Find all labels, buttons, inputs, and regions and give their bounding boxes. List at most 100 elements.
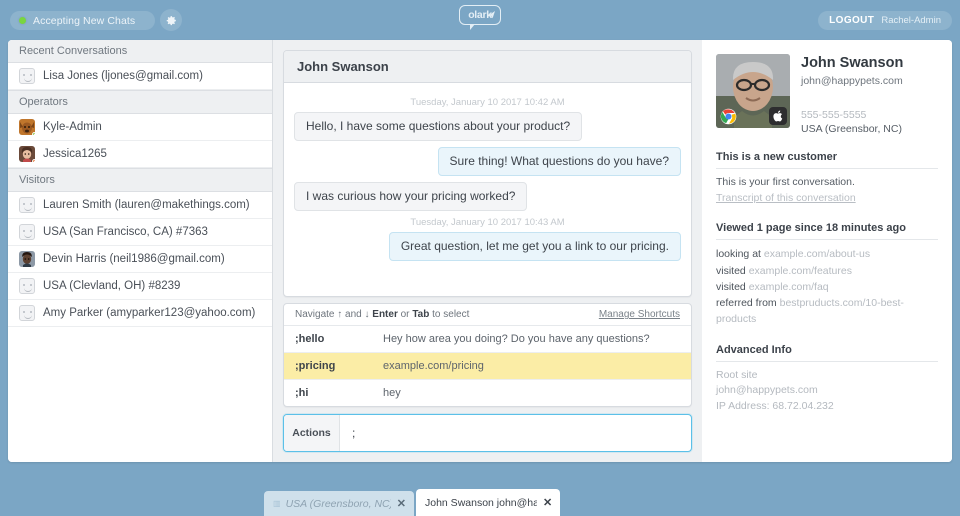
hint-select: to select xyxy=(432,309,469,320)
avatar xyxy=(19,146,35,162)
page-visit-verb: visited xyxy=(716,281,746,293)
sidebar: Recent Conversations Lisa Jones (ljones@g… xyxy=(8,40,273,462)
transcript-link[interactable]: Transcript of this conversation xyxy=(716,191,856,207)
manage-shortcuts-link[interactable]: Manage Shortcuts xyxy=(599,309,680,320)
sidebar-list-item[interactable]: Kyle-Admin xyxy=(8,114,272,141)
sidebar-item-label: USA (San Francisco, CA) #7363 xyxy=(43,226,208,238)
page-visit-verb: visited xyxy=(716,265,746,277)
shortcut-value: example.com/pricing xyxy=(383,360,484,372)
message-row: Sure thing! What questions do you have? xyxy=(294,147,681,176)
sidebar-list-item[interactable]: Jessica1265 xyxy=(8,141,272,168)
advanced-info-title: Advanced Info xyxy=(716,344,938,362)
hint-tab: Tab xyxy=(412,309,429,320)
logo-tail xyxy=(470,24,475,30)
avatar xyxy=(19,119,35,135)
shortcut-key: ;hello xyxy=(295,333,383,345)
page-visit-verb: referred from xyxy=(716,297,777,309)
visitor-info-panel: John Swanson john@happypets.com 555-555-… xyxy=(702,40,952,462)
apple-icon xyxy=(769,107,787,125)
status-label: Accepting New Chats xyxy=(33,15,135,27)
shortcut-row[interactable]: ;pricingexample.com/pricing xyxy=(284,353,691,380)
message-row: Hello, I have some questions about your … xyxy=(294,112,681,141)
hint-navigate: Navigate ↑ and ↓ xyxy=(295,309,370,320)
message-row: I was curious how your pricing worked? xyxy=(294,182,681,211)
logo-bubble: olark xyxy=(459,5,501,25)
operator-message-bubble: Great question, let me get you a link to… xyxy=(389,232,681,261)
new-customer-title: This is a new customer xyxy=(716,151,938,169)
main-panel: Recent Conversations Lisa Jones (ljones@g… xyxy=(8,40,952,462)
current-user-label: Rachel-Admin xyxy=(881,15,941,26)
chrome-icon xyxy=(719,107,737,125)
shortcut-row[interactable]: ;helloHey how area you doing? Do you hav… xyxy=(284,326,691,353)
close-icon[interactable]: ✕ xyxy=(543,496,552,509)
chat-tab[interactable]: ▥USA (Greensboro, NC) #5605✕ xyxy=(264,491,414,516)
page-visit-row: visited example.com/faq xyxy=(716,279,938,295)
hint-enter: Enter xyxy=(372,309,398,320)
chat-tab[interactable]: John Swanson john@happypets.com ✕ xyxy=(416,489,560,516)
shortcut-rows: ;helloHey how area you doing? Do you hav… xyxy=(284,326,691,406)
chat-tab-label: John Swanson john@happypets.com xyxy=(425,497,537,509)
chat-tabs: ▥USA (Greensboro, NC) #5605✕John Swanson… xyxy=(264,486,560,516)
page-visit-row: referred from bestpruducts.com/10-best-p… xyxy=(716,295,938,328)
page-visit-url[interactable]: example.com/features xyxy=(749,265,852,277)
logout-area[interactable]: LOGOUT Rachel-Admin xyxy=(818,11,952,30)
top-bar: Accepting New Chats olark LOGOUT Rachel-… xyxy=(0,0,960,40)
chat-header-title: John Swanson xyxy=(284,51,691,83)
logout-button[interactable]: LOGOUT xyxy=(829,15,874,26)
settings-button[interactable] xyxy=(160,9,182,31)
page-visit-row: visited example.com/features xyxy=(716,263,938,279)
anonymous-avatar-icon xyxy=(19,68,35,84)
shortcut-value: hey xyxy=(383,387,401,399)
shortcuts-panel: Navigate ↑ and ↓ Enter or Tab to select … xyxy=(283,303,692,407)
message-timestamp: Tuesday, January 10 2017 10:43 AM xyxy=(294,217,681,228)
sidebar-list-item[interactable]: Lauren Smith (lauren@makethings.com) xyxy=(8,192,272,219)
page-visit-url[interactable]: example.com/faq xyxy=(749,281,829,293)
sidebar-item-label: Lisa Jones (ljones@gmail.com) xyxy=(43,70,203,82)
sidebar-item-label: Kyle-Admin xyxy=(43,121,102,133)
sidebar-item-label: Lauren Smith (lauren@makethings.com) xyxy=(43,199,250,211)
actions-label: Actions xyxy=(284,415,340,451)
chat-column: John Swanson Tuesday, January 10 2017 10… xyxy=(273,40,702,462)
presence-dot-orange xyxy=(32,159,35,162)
shortcut-value: Hey how area you doing? Do you have any … xyxy=(383,333,650,345)
shortcuts-hint-bar: Navigate ↑ and ↓ Enter or Tab to select … xyxy=(284,304,691,326)
visitor-profile: John Swanson john@happypets.com 555-555-… xyxy=(716,54,938,135)
sidebar-item-label: USA (Clevland, OH) #8239 xyxy=(43,280,180,292)
accepting-chats-toggle[interactable]: Accepting New Chats xyxy=(10,11,155,30)
page-visit-verb: looking at xyxy=(716,248,761,260)
anonymous-avatar-icon xyxy=(19,305,35,321)
sidebar-list-item[interactable]: Lisa Jones (ljones@gmail.com) xyxy=(8,63,272,90)
pages-viewed-title: Viewed 1 page since 18 minutes ago xyxy=(716,222,938,240)
message-timestamp: Tuesday, January 10 2017 10:42 AM xyxy=(294,97,681,108)
pages-viewed-list: looking at example.com/about-us visited e… xyxy=(716,246,938,327)
shortcut-row[interactable]: ;hihey xyxy=(284,380,691,406)
page-visit-url[interactable]: example.com/about-us xyxy=(764,248,870,260)
visitor-phone: 555-555-5555 xyxy=(801,109,903,121)
sidebar-item-label: Jessica1265 xyxy=(43,148,107,160)
hint-or: or xyxy=(401,309,410,320)
chat-tab-label: USA (Greensboro, NC) #5605 xyxy=(286,498,391,510)
close-icon[interactable]: ✕ xyxy=(397,497,406,510)
message-list: Tuesday, January 10 2017 10:42 AM Hello, … xyxy=(284,83,691,296)
sidebar-list-item[interactable]: Amy Parker (amyparker123@yahoo.com) xyxy=(8,300,272,327)
sidebar-group-header: Visitors xyxy=(8,168,272,192)
sidebar-item-label: Amy Parker (amyparker123@yahoo.com) xyxy=(43,307,255,319)
anonymous-avatar-icon xyxy=(19,278,35,294)
sidebar-group-header: Recent Conversations xyxy=(8,40,272,63)
sidebar-list-item[interactable]: USA (San Francisco, CA) #7363 xyxy=(8,219,272,246)
visitor-location: USA (Greensbor, NC) xyxy=(801,123,903,135)
shortcut-key: ;pricing xyxy=(295,360,383,372)
sidebar-list-item[interactable]: USA (Clevland, OH) #8239 xyxy=(8,273,272,300)
avatar xyxy=(19,251,35,267)
visitor-email: john@happypets.com xyxy=(801,75,903,87)
advanced-info-list: Root sitejohn@happypets.comIP Address: 6… xyxy=(716,368,938,415)
message-input[interactable] xyxy=(340,415,691,451)
composer: Actions xyxy=(283,414,692,452)
anonymous-avatar-icon xyxy=(19,224,35,240)
advanced-info-row: Root site xyxy=(716,368,938,384)
sidebar-list-item[interactable]: Devin Harris (neil1986@gmail.com) xyxy=(8,246,272,273)
message-row: Great question, let me get you a link to… xyxy=(294,232,681,261)
sidebar-item-label: Devin Harris (neil1986@gmail.com) xyxy=(43,253,225,265)
logo-swoosh-icon xyxy=(486,11,496,19)
visitor-message-bubble: I was curious how your pricing worked? xyxy=(294,182,527,211)
